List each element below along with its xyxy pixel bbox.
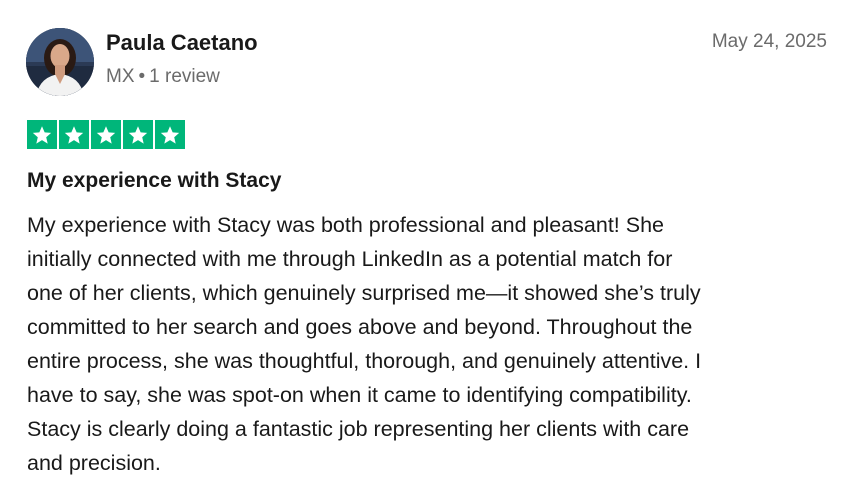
review-card: Paula Caetano MX • 1 review May 24, 2025 M… bbox=[0, 0, 856, 496]
review-body-line: Stacy is clearly doing a fantastic job r… bbox=[27, 417, 690, 441]
reviewer-meta: MX • 1 review bbox=[106, 66, 220, 88]
review-title[interactable]: My experience with Stacy bbox=[27, 169, 281, 193]
star-icon bbox=[155, 120, 185, 149]
review-body-line: and precision. bbox=[27, 451, 161, 475]
reviewer-name[interactable]: Paula Caetano bbox=[106, 30, 258, 56]
review-body-line: one of her clients, which genuinely surp… bbox=[27, 281, 701, 305]
star-rating bbox=[27, 120, 185, 149]
meta-separator: • bbox=[138, 66, 146, 87]
reviewer-review-count[interactable]: 1 review bbox=[149, 66, 220, 87]
avatar[interactable] bbox=[26, 28, 94, 96]
star-icon bbox=[91, 120, 121, 149]
reviewer-country: MX bbox=[106, 66, 135, 87]
review-body-line: have to say, she was spot-on when it cam… bbox=[27, 383, 692, 407]
star-icon bbox=[27, 120, 57, 149]
review-body-line: initially connected with me through Link… bbox=[27, 247, 673, 271]
star-icon bbox=[123, 120, 153, 149]
profile-photo bbox=[26, 28, 94, 96]
review-date: May 24, 2025 bbox=[711, 31, 827, 52]
review-body: My experience with Stacy was both profes… bbox=[27, 208, 827, 480]
review-body-line: committed to her search and goes above a… bbox=[27, 315, 693, 339]
star-icon bbox=[59, 120, 89, 149]
review-body-line: My experience with Stacy was both profes… bbox=[27, 213, 665, 237]
review-body-line: entire process, she was thoughtful, thor… bbox=[27, 349, 702, 373]
